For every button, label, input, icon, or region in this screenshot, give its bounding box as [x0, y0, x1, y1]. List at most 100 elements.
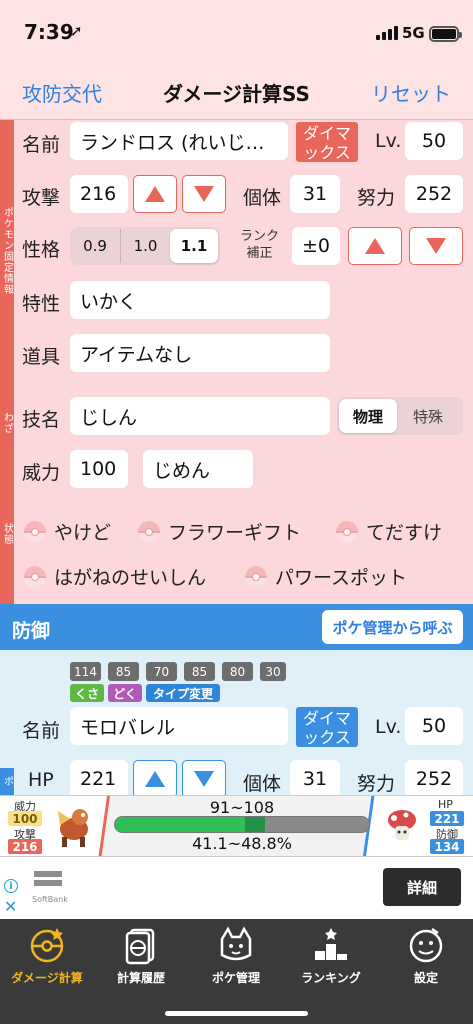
pokeball-calculator-icon — [30, 928, 64, 963]
ad-banner[interactable]: i ✕ SoftBank 詳細 — [0, 857, 473, 919]
hp-remaining-bar — [114, 816, 370, 833]
history-icon — [125, 928, 155, 965]
status-time: 7:39 — [24, 20, 74, 44]
hp-label: HP — [28, 769, 54, 791]
power-field[interactable]: 100 — [70, 450, 128, 488]
condition-power-spot[interactable]: パワースポット — [245, 563, 407, 590]
name-label: 名前 — [22, 134, 61, 156]
landorus-sprite-icon — [58, 809, 88, 847]
hp-up-button[interactable] — [133, 760, 177, 798]
condition-helping-hand[interactable]: てだすけ — [336, 518, 442, 545]
level-label: Lv. — [375, 130, 402, 152]
rail-pokemon-info: ポケモン固定情報 — [0, 120, 14, 382]
pokeball-checkbox-icon — [138, 520, 160, 543]
attacker-level-field[interactable]: 50 — [405, 122, 463, 160]
reset-button[interactable]: リセット — [371, 78, 451, 107]
category-physical[interactable]: 物理 — [339, 399, 397, 433]
tab-history[interactable]: 計算履歴 — [94, 925, 188, 986]
defender-header: 防御 ポケ管理から呼ぶ — [0, 604, 473, 650]
item-field[interactable]: アイテムなし — [70, 334, 330, 372]
tab-bar: ダメージ計算 計算履歴 ポケ管理 ランキング 設定 — [0, 919, 473, 1024]
base-stat-def: 70 — [146, 662, 177, 681]
iv-label: 個体 — [243, 187, 282, 209]
attacker-dynamax-toggle[interactable]: ダイマックス — [296, 122, 358, 162]
nature-option-1-1[interactable]: 1.1 — [170, 229, 218, 263]
damage-percent-range: 41.1~48.8% — [192, 834, 292, 853]
attacker-section: ポケモン固定情報 わざ 状態 名前 ランドロス (れいじ… ダイマックス Lv.… — [0, 120, 473, 604]
tab-ranking[interactable]: ランキング — [284, 925, 378, 986]
defender-name-field[interactable]: モロバレル — [70, 707, 288, 745]
signal-icon — [376, 26, 398, 40]
rank-modifier-value[interactable]: ±0 — [292, 227, 340, 265]
tab-damage-calc[interactable]: ダメージ計算 — [0, 925, 94, 986]
nav-bar: 攻防交代 ダメージ計算SS リセット — [0, 62, 473, 120]
triangle-down-icon — [194, 186, 214, 202]
rail-defender-info: ポ — [0, 768, 14, 795]
triangle-up-icon — [145, 771, 165, 787]
pokeball-checkbox-icon — [24, 520, 46, 543]
base-stat-spe: 30 — [260, 662, 286, 681]
triangle-down-icon — [426, 238, 446, 254]
attack-stat-field[interactable]: 216 — [70, 175, 128, 213]
nature-option-1-0[interactable]: 1.0 — [120, 229, 170, 263]
hp-stat-field[interactable]: 221 — [70, 760, 128, 798]
attacker-ev-field[interactable]: 252 — [405, 175, 463, 213]
ad-info-icon[interactable]: i — [4, 879, 18, 893]
hp-down-button[interactable] — [182, 760, 226, 798]
move-label: 技名 — [22, 409, 61, 431]
result-attack-value: 216 — [8, 839, 42, 854]
rail-status: 状態 — [0, 464, 14, 604]
base-stat-atk: 85 — [108, 662, 139, 681]
settings-icon — [409, 927, 443, 963]
move-category-control[interactable]: 物理 特殊 — [337, 397, 463, 435]
attacker-name-field[interactable]: ランドロス (れいじ… — [70, 122, 288, 160]
ranking-podium-icon — [315, 928, 347, 960]
pokemon-box-icon — [220, 926, 252, 961]
call-from-pokemon-manager-button[interactable]: ポケ管理から呼ぶ — [322, 610, 463, 644]
ability-field[interactable]: いかく — [70, 281, 330, 319]
home-indicator — [165, 1011, 308, 1016]
ad-details-button[interactable]: 詳細 — [383, 868, 461, 906]
defender-level-field[interactable]: 50 — [405, 707, 463, 745]
condition-steely-spirit[interactable]: はがねのせいしん — [24, 563, 206, 590]
rank-down-button[interactable] — [409, 227, 463, 265]
rail-move: わざ — [0, 382, 14, 464]
attack-down-button[interactable] — [182, 175, 226, 213]
type-badge-grass: くさ — [70, 684, 104, 702]
status-bar: 7:39 ➚ 5G — [0, 0, 473, 62]
defender-iv-label: 個体 — [243, 773, 282, 795]
rank-up-button[interactable] — [348, 227, 402, 265]
power-label: 威力 — [22, 462, 61, 484]
battery-icon — [429, 26, 462, 42]
network-type: 5G — [402, 24, 425, 42]
nature-option-0-9[interactable]: 0.9 — [70, 229, 120, 263]
type-change-button[interactable]: タイプ変更 — [146, 684, 220, 702]
defender-ev-field[interactable]: 252 — [405, 760, 463, 798]
triangle-down-icon — [194, 771, 214, 787]
tab-pokemon-manager[interactable]: ポケ管理 — [189, 925, 283, 986]
triangle-up-icon — [365, 238, 385, 254]
ad-close-icon[interactable]: ✕ — [4, 897, 17, 916]
category-special[interactable]: 特殊 — [397, 399, 459, 433]
attacker-iv-field[interactable]: 31 — [290, 175, 340, 213]
item-label: 道具 — [22, 346, 61, 368]
result-power-value: 100 — [8, 811, 42, 826]
ad-brand: SoftBank — [32, 895, 68, 904]
result-hp-value: 221 — [430, 811, 464, 826]
move-type-field[interactable]: じめん — [143, 450, 253, 488]
condition-burn[interactable]: やけど — [24, 518, 111, 545]
attack-up-button[interactable] — [133, 175, 177, 213]
base-stat-spa: 85 — [184, 662, 215, 681]
move-field[interactable]: じしん — [70, 397, 330, 435]
nature-segmented-control[interactable]: 0.9 1.0 1.1 — [70, 227, 220, 265]
pokeball-checkbox-icon — [336, 520, 358, 543]
defender-dynamax-toggle[interactable]: ダイマックス — [296, 707, 358, 747]
damage-range: 91~108 — [209, 798, 275, 817]
condition-flower-gift[interactable]: フラワーギフト — [138, 518, 301, 545]
defender-iv-field[interactable]: 31 — [290, 760, 340, 798]
defender-section: ポ 114 85 70 85 80 30 くさ どく タイプ変更 名前 モロバレ… — [0, 650, 473, 798]
tab-settings[interactable]: 設定 — [379, 925, 473, 986]
ability-label: 特性 — [22, 293, 61, 315]
result-defense-value: 134 — [430, 839, 464, 854]
defender-level-label: Lv. — [375, 716, 402, 738]
